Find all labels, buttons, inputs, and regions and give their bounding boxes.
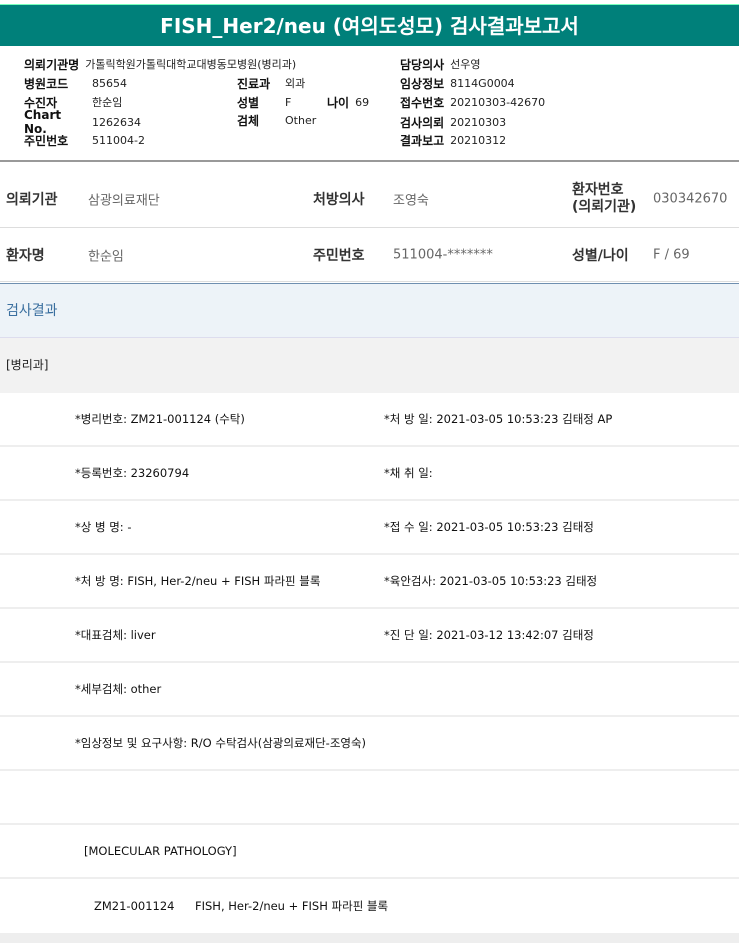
- label: 결과보고: [400, 133, 445, 148]
- value: 511004-2: [92, 133, 145, 147]
- value: Other: [285, 113, 317, 127]
- presc-value: 조영숙: [393, 193, 429, 208]
- result-row: *임상정보 및 요구사항: R/O 수탁검사(삼광의료재단-조영숙): [0, 717, 739, 771]
- result-row: *세부검체: other: [0, 663, 739, 717]
- sexage-label: 성별/나이: [572, 247, 629, 264]
- row-left: *등록번호: 23260794: [75, 466, 190, 480]
- patient-row-2: 환자명 한순임 주민번호 511004-******* 성별/나이 F / 69: [0, 228, 739, 282]
- result-row: *대표검체: liver *진 단 일: 2021-03-12 13:42:07 …: [0, 609, 739, 663]
- row-left: *처 방 명: FISH, Her-2/neu + FISH 파라핀 블록: [75, 574, 321, 588]
- row-right: *진 단 일: 2021-03-12 13:42:07 김태정: [384, 628, 594, 642]
- sexage-value: F / 69: [653, 247, 690, 262]
- label: 진료과: [237, 76, 271, 91]
- molecular-row: [MOLECULAR PATHOLOGY]: [0, 825, 739, 879]
- result-name: FISH, Her-2/neu + FISH 파라핀 블록: [195, 899, 389, 913]
- label-line: (의뢰기관): [572, 198, 637, 215]
- row-right: *처 방 일: 2021-03-05 10:53:23 김태정 AP: [384, 412, 613, 426]
- value: 69: [355, 95, 370, 109]
- value: 85654: [92, 76, 127, 90]
- patient-row-1: 의뢰기관 삼광의료재단 처방의사 조영숙 환자번호 (의뢰기관) 03034267…: [0, 170, 739, 228]
- label: 나이: [327, 95, 350, 110]
- value: F: [285, 95, 292, 109]
- row-left: *임상정보 및 요구사항: R/O 수탁검사(삼광의료재단-조영숙): [75, 736, 367, 750]
- rrn-label: 주민번호: [313, 247, 365, 264]
- label: 의뢰기관명: [24, 57, 80, 72]
- row-left: *병리번호: ZM21-001124 (수탁): [75, 412, 245, 426]
- value: 8114G0004: [450, 76, 515, 90]
- label: 담당의사: [400, 57, 445, 72]
- value: 선우영: [450, 58, 481, 71]
- org-value: 삼광의료재단: [88, 193, 160, 208]
- presc-label: 처방의사: [313, 191, 365, 208]
- label-line: 환자번호: [572, 181, 624, 198]
- result-row: *처 방 명: FISH, Her-2/neu + FISH 파라핀 블록 *육안…: [0, 555, 739, 609]
- patient-no-label: 환자번호 (의뢰기관): [572, 182, 636, 216]
- rrn-value: 511004-*******: [393, 247, 493, 262]
- result-line: ZM21-001124 FISH, Her-2/neu + FISH 파라핀 블…: [0, 879, 739, 933]
- section-title: 검사결과: [0, 283, 739, 338]
- molecular-heading: [MOLECULAR PATHOLOGY]: [84, 844, 237, 858]
- label: 임상정보: [400, 76, 445, 91]
- row-right: *접 수 일: 2021-03-05 10:53:23 김태정: [384, 520, 594, 534]
- value: 외과: [285, 77, 306, 90]
- label: 성별: [237, 95, 260, 110]
- row-left: *세부검체: other: [75, 682, 162, 696]
- result-row: *등록번호: 23260794 *채 취 일:: [0, 447, 739, 501]
- value: 1262634: [92, 115, 141, 129]
- label: 검체: [237, 113, 260, 128]
- label: 접수번호: [400, 95, 445, 110]
- name-value: 한순임: [88, 249, 124, 264]
- report-title: FISH_Her2/neu (여의도성모) 검사결과보고서: [0, 4, 739, 46]
- value: 한순임: [92, 96, 123, 109]
- row-right: *육안검사: 2021-03-05 10:53:23 김태정: [384, 574, 598, 588]
- footer-bar: [0, 933, 739, 943]
- report-header-info: 의뢰기관명 가톨릭학원가톨릭대학교대병동모병원(병리과) 병원코드 85654 수진…: [0, 50, 739, 162]
- row-right: *채 취 일:: [384, 466, 433, 480]
- result-row: [0, 771, 739, 825]
- label: 주민번호: [24, 133, 69, 148]
- row-left: *대표검체: liver: [75, 628, 156, 642]
- result-id: ZM21-001124: [94, 899, 175, 913]
- label: 병원코드: [24, 76, 69, 91]
- value: 20210312: [450, 133, 507, 147]
- name-label: 환자명: [6, 247, 45, 264]
- label: 검사의뢰: [400, 115, 445, 130]
- department-label: [병리과]: [0, 338, 739, 393]
- value: 가톨릭학원가톨릭대학교대병동모병원(병리과): [85, 58, 297, 71]
- org-label: 의뢰기관: [6, 191, 58, 208]
- row-left: *상 병 명: -: [75, 520, 132, 534]
- value: 20210303-42670: [450, 95, 546, 109]
- result-row: *병리번호: ZM21-001124 (수탁) *처 방 일: 2021-03-0…: [0, 393, 739, 447]
- result-row: *상 병 명: - *접 수 일: 2021-03-05 10:53:23 김태정: [0, 501, 739, 555]
- value: 20210303: [450, 115, 507, 129]
- patient-no-value: 030342670: [653, 191, 728, 206]
